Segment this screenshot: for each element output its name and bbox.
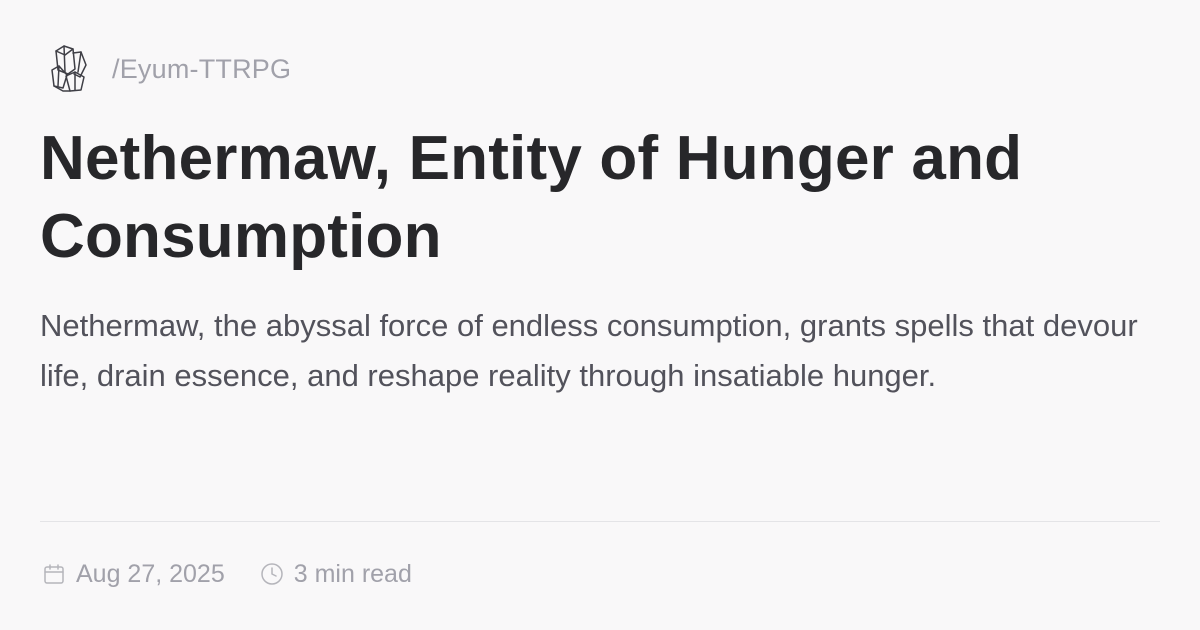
calendar-icon xyxy=(44,564,64,584)
crystal-cluster-icon xyxy=(51,45,87,92)
article-title: Nethermaw, Entity of Hunger and Consumpt… xyxy=(40,124,1023,271)
article-card: /Eyum-TTRPG Nethermaw, Entity of Hunger … xyxy=(40,0,1160,630)
divider xyxy=(40,521,1160,522)
clock-icon xyxy=(261,563,283,585)
site-header: /Eyum-TTRPG xyxy=(46,40,291,98)
published-date: Aug 27, 2025 xyxy=(42,560,225,589)
read-time: 3 min read xyxy=(260,560,412,589)
site-path[interactable]: /Eyum-TTRPG xyxy=(112,54,291,85)
article-description: Nethermaw, the abyssal force of endless … xyxy=(40,308,1138,393)
read-time-text: 3 min read xyxy=(293,559,412,588)
published-date-text: Aug 27, 2025 xyxy=(76,559,225,588)
article-meta: Aug 27, 2025 3 min read xyxy=(42,556,412,592)
